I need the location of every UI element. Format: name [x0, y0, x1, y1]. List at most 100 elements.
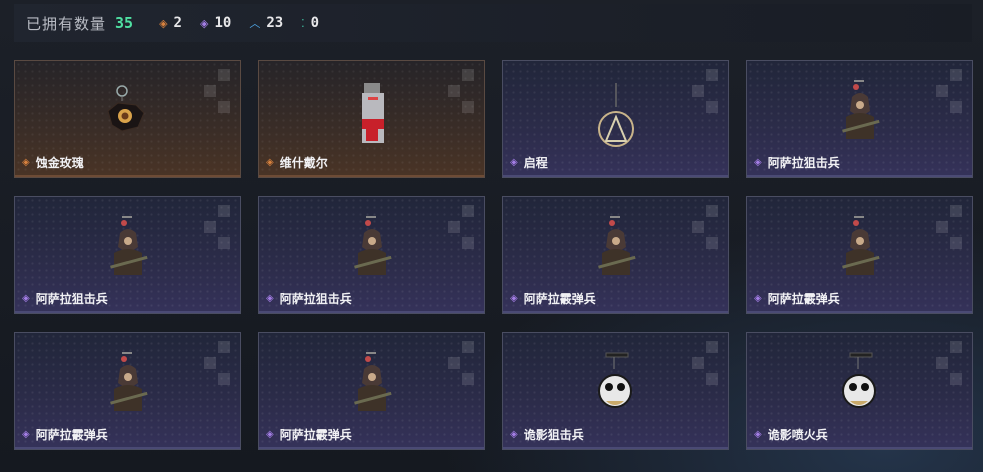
- card-decoration: [692, 341, 722, 401]
- pendant-image: [342, 203, 402, 291]
- item-card[interactable]: ◈ 阿萨拉霰弹兵: [746, 196, 973, 314]
- item-name: 诡影狙击兵: [523, 428, 584, 442]
- rarity-bar: [15, 175, 240, 177]
- stat-blue: ︿ 23: [249, 15, 283, 31]
- item-label: ◈ 阿萨拉霰弹兵: [754, 290, 840, 307]
- card-decoration: [448, 205, 478, 265]
- pendant-image: [98, 203, 158, 291]
- purple-diamond-icon: ◈: [22, 429, 30, 440]
- item-label: ◈ 阿萨拉狙击兵: [22, 290, 108, 307]
- owned-count-title: 已拥有数量: [26, 14, 107, 33]
- item-card[interactable]: ◈ 阿萨拉狙击兵: [258, 196, 485, 314]
- rarity-bar: [259, 447, 484, 449]
- rarity-bar: [747, 311, 972, 313]
- card-decoration: [204, 205, 234, 265]
- item-card[interactable]: ◈ 阿萨拉狙击兵: [14, 196, 241, 314]
- purple-diamond-icon: ◈: [22, 293, 30, 304]
- item-card[interactable]: ◈ 阿萨拉霰弹兵: [258, 332, 485, 450]
- owned-count-bar: 已拥有数量 35 ◈ 2 ◈ 10 ︿ 23 ⁚ 0: [14, 4, 972, 42]
- item-label: ◈ 维什戴尔: [266, 154, 328, 171]
- purple-diamond-icon: ◈: [754, 429, 762, 440]
- item-name: 阿萨拉霰弹兵: [279, 428, 352, 442]
- stat-value: 23: [266, 15, 284, 31]
- item-label: ◈ 诡影喷火兵: [754, 426, 828, 443]
- stat-teal: ⁚ 0: [301, 15, 319, 31]
- teal-dots-icon: ⁚: [301, 16, 305, 30]
- item-card[interactable]: ◈ 蚀金玫瑰: [14, 60, 241, 178]
- item-name: 维什戴尔: [279, 156, 328, 170]
- item-card[interactable]: ◈ 诡影狙击兵: [502, 332, 729, 450]
- item-label: ◈ 阿萨拉霰弹兵: [22, 426, 108, 443]
- pendant-image: [342, 339, 402, 427]
- card-decoration: [692, 69, 722, 129]
- item-name: 阿萨拉狙击兵: [279, 292, 352, 306]
- item-grid: ◈ 蚀金玫瑰 ◈ 维什戴尔 ◈ 启程 ◈ 阿萨拉狙击兵 ◈ 阿萨拉狙击兵 ◈ 阿萨拉狙击兵 ◈ 阿萨拉霰弹…: [14, 60, 973, 450]
- rarity-bar: [259, 311, 484, 313]
- item-label: ◈ 阿萨拉霰弹兵: [266, 426, 352, 443]
- stat-value: 10: [214, 15, 232, 31]
- pendant-image: [586, 67, 646, 155]
- item-name: 阿萨拉狙击兵: [767, 156, 840, 170]
- pendant-image: [830, 203, 890, 291]
- item-label: ◈ 阿萨拉狙击兵: [266, 290, 352, 307]
- stat-orange: ◈ 2: [159, 15, 182, 31]
- item-card[interactable]: ◈ 阿萨拉霰弹兵: [502, 196, 729, 314]
- owned-count-total: 35: [115, 14, 134, 32]
- item-card[interactable]: ◈ 启程: [502, 60, 729, 178]
- rarity-bar: [259, 175, 484, 177]
- stat-value: 2: [173, 15, 182, 31]
- item-name: 蚀金玫瑰: [35, 156, 84, 170]
- card-decoration: [936, 205, 966, 265]
- item-name: 阿萨拉狙击兵: [35, 292, 108, 306]
- rarity-bar: [503, 175, 728, 177]
- item-card[interactable]: ◈ 维什戴尔: [258, 60, 485, 178]
- pendant-image: [830, 339, 890, 427]
- purple-diamond-icon: ◈: [510, 157, 518, 168]
- rarity-bar: [747, 175, 972, 177]
- rarity-bar: [503, 447, 728, 449]
- item-label: ◈ 诡影狙击兵: [510, 426, 584, 443]
- item-name: 阿萨拉霰弹兵: [767, 292, 840, 306]
- item-name: 启程: [523, 156, 548, 170]
- item-name: 阿萨拉霰弹兵: [35, 428, 108, 442]
- card-decoration: [692, 205, 722, 265]
- purple-diamond-icon: ◈: [199, 16, 209, 30]
- item-name: 阿萨拉霰弹兵: [523, 292, 596, 306]
- purple-diamond-icon: ◈: [510, 429, 518, 440]
- pendant-image: [830, 67, 890, 155]
- rarity-bar: [15, 447, 240, 449]
- stat-value: 0: [310, 15, 320, 31]
- card-decoration: [936, 69, 966, 129]
- item-label: ◈ 阿萨拉狙击兵: [754, 154, 840, 171]
- pendant-image: [586, 203, 646, 291]
- pendant-image: [98, 67, 158, 155]
- rarity-bar: [747, 447, 972, 449]
- pendant-image: [586, 339, 646, 427]
- card-decoration: [448, 69, 478, 129]
- card-decoration: [448, 341, 478, 401]
- purple-diamond-icon: ◈: [510, 293, 518, 304]
- item-label: ◈ 启程: [510, 154, 548, 171]
- purple-diamond-icon: ◈: [266, 429, 274, 440]
- item-label: ◈ 阿萨拉霰弹兵: [510, 290, 596, 307]
- orange-diamond-icon: ◈: [22, 157, 30, 168]
- card-decoration: [204, 69, 234, 129]
- purple-diamond-icon: ◈: [266, 293, 274, 304]
- card-decoration: [204, 341, 234, 401]
- item-card[interactable]: ◈ 阿萨拉霰弹兵: [14, 332, 241, 450]
- orange-diamond-icon: ◈: [266, 157, 274, 168]
- rarity-bar: [503, 311, 728, 313]
- item-card[interactable]: ◈ 诡影喷火兵: [746, 332, 973, 450]
- item-label: ◈ 蚀金玫瑰: [22, 154, 84, 171]
- stat-purple: ◈ 10: [200, 15, 231, 31]
- item-name: 诡影喷火兵: [767, 428, 828, 442]
- rarity-bar: [15, 311, 240, 313]
- pendant-image: [98, 339, 158, 427]
- purple-diamond-icon: ◈: [754, 157, 762, 168]
- orange-diamond-icon: ◈: [159, 16, 168, 30]
- purple-diamond-icon: ◈: [754, 293, 762, 304]
- item-card[interactable]: ◈ 阿萨拉狙击兵: [746, 60, 973, 178]
- pendant-image: [342, 67, 402, 155]
- card-decoration: [936, 341, 966, 401]
- blue-chevron-icon: ︿: [249, 17, 261, 30]
